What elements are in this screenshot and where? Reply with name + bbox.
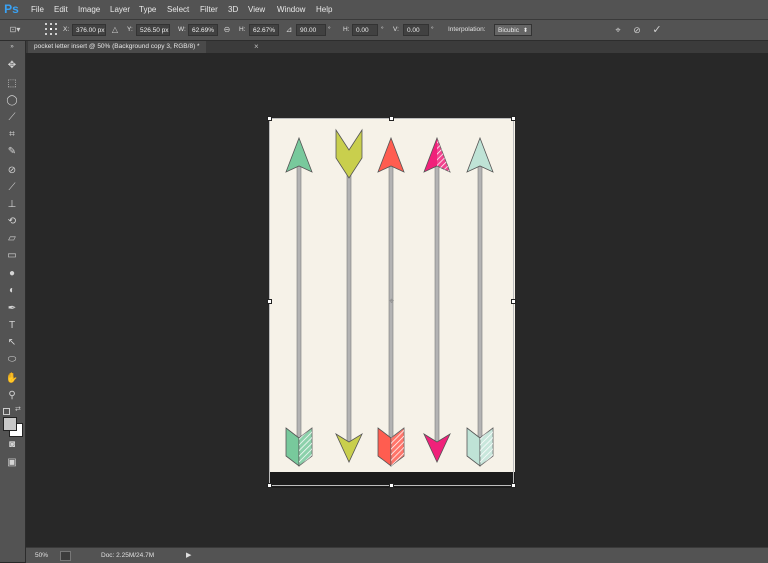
swap-colors-icon[interactable]: ⇄: [15, 405, 21, 413]
lasso-tool-icon[interactable]: ◯: [3, 93, 21, 109]
transform-handle-right[interactable]: [511, 299, 516, 304]
crop-tool-icon[interactable]: ⌗: [3, 127, 21, 143]
height-field[interactable]: 62.67%: [249, 24, 279, 36]
transform-handle-top-left[interactable]: [267, 116, 272, 121]
menu-image[interactable]: Image: [78, 0, 100, 19]
dropdown-arrow-icon: ⬍: [522, 28, 528, 34]
h-skew-degree-unit: °: [381, 26, 384, 33]
interpolation-label: Interpolation:: [448, 26, 486, 33]
y-label: Y:: [127, 26, 133, 33]
h-label: H:: [239, 26, 246, 33]
y-field[interactable]: 526.50 px: [136, 24, 170, 36]
angle-degree-unit: °: [328, 26, 331, 33]
menu-window[interactable]: Window: [277, 0, 305, 19]
screen-mode-icon[interactable]: ▣: [3, 455, 21, 471]
default-colors-icon[interactable]: [3, 408, 10, 415]
transform-handle-bottom-right[interactable]: [511, 483, 516, 488]
path-selection-tool-icon[interactable]: ↖: [3, 335, 21, 351]
menu-bar: Ps File Edit Image Layer Type Select Fil…: [0, 0, 768, 20]
x-field[interactable]: 376.00 px: [72, 24, 106, 36]
h-skew-label: H:: [343, 26, 350, 33]
zoom-level[interactable]: 50%: [35, 548, 48, 563]
eraser-tool-icon[interactable]: ▱: [3, 231, 21, 247]
ellipse-tool-icon[interactable]: ⬭: [3, 352, 21, 368]
x-label: X:: [63, 26, 70, 33]
transform-center-point[interactable]: ⌖: [387, 297, 396, 306]
close-tab-icon[interactable]: ×: [254, 41, 259, 53]
w-label: W:: [178, 26, 186, 33]
pen-tool-icon[interactable]: ✒: [3, 301, 21, 317]
menu-filter[interactable]: Filter: [200, 0, 218, 19]
v-skew-degree-unit: °: [431, 26, 434, 33]
warp-mode-icon[interactable]: ⌖: [611, 23, 625, 37]
menu-select[interactable]: Select: [167, 0, 189, 19]
eyedropper-tool-icon[interactable]: ✎: [3, 144, 21, 160]
quick-mask-icon[interactable]: ◙: [3, 437, 21, 453]
history-brush-tool-icon[interactable]: ⟲: [3, 214, 21, 230]
blur-tool-icon[interactable]: ●: [3, 266, 21, 282]
rotate-icon: ⊿: [285, 25, 293, 34]
brush-tool-icon[interactable]: ⟋: [3, 180, 21, 196]
menu-type[interactable]: Type: [139, 0, 156, 19]
transform-handle-bottom-left[interactable]: [267, 483, 272, 488]
foreground-color-swatch[interactable]: [3, 417, 17, 431]
hand-tool-icon[interactable]: ✋: [3, 371, 21, 387]
canvas-area[interactable]: ⌖: [26, 53, 768, 547]
v-skew-label: V:: [393, 26, 399, 33]
width-field[interactable]: 62.69%: [188, 24, 218, 36]
zoom-tool-icon[interactable]: ⚲: [3, 388, 21, 404]
photoshop-logo: Ps: [4, 2, 19, 16]
menu-edit[interactable]: Edit: [54, 0, 68, 19]
transform-handle-bottom[interactable]: [389, 483, 394, 488]
tools-panel: » ✥ ⬚ ◯ ⟋ ⌗ ✎ ⊘ ⟋ ⊥ ⟲ ▱ ▭ ● ◐ ✒ T ↖ ⬭ ✋ …: [0, 41, 26, 562]
menu-help[interactable]: Help: [316, 0, 332, 19]
type-tool-icon[interactable]: T: [3, 318, 21, 334]
collapse-panel-icon[interactable]: »: [3, 44, 21, 50]
marquee-tool-icon[interactable]: ⬚: [3, 76, 21, 92]
relative-position-icon[interactable]: △: [110, 23, 120, 37]
interpolation-dropdown[interactable]: Bicubic ⬍: [494, 24, 532, 36]
rotate-field[interactable]: 90.00: [296, 24, 326, 36]
menu-file[interactable]: File: [31, 0, 44, 19]
move-tool-icon[interactable]: ✥: [3, 58, 21, 74]
menu-3d[interactable]: 3D: [228, 0, 238, 19]
interpolation-value: Bicubic: [498, 27, 519, 34]
dodge-tool-icon[interactable]: ◐: [3, 283, 21, 299]
transform-handle-top[interactable]: [389, 116, 394, 121]
status-bar: 50% Doc: 2.25M/24.7M ▶: [26, 547, 768, 563]
status-expand-icon[interactable]: ▶: [186, 548, 191, 563]
gradient-tool-icon[interactable]: ▭: [3, 248, 21, 264]
document-tab-bar: pocket letter insert @ 50% (Background c…: [26, 41, 768, 53]
healing-brush-tool-icon[interactable]: ⊘: [3, 163, 21, 179]
transform-handle-left[interactable]: [267, 299, 272, 304]
options-bar: ⊡▾ X: 376.00 px △ Y: 526.50 px W: 62.69%…: [0, 20, 768, 41]
cancel-transform-icon[interactable]: ⊘: [630, 23, 644, 37]
document-tab[interactable]: pocket letter insert @ 50% (Background c…: [28, 41, 206, 53]
menu-view[interactable]: View: [248, 0, 265, 19]
commit-transform-icon[interactable]: ✓: [650, 23, 664, 37]
h-skew-field[interactable]: 0.00: [352, 24, 378, 36]
transform-tool-preset-icon[interactable]: ⊡▾: [4, 23, 26, 37]
quick-selection-tool-icon[interactable]: ⟋: [3, 110, 21, 126]
document-size-info: Doc: 2.25M/24.7M: [101, 552, 155, 559]
reference-point-icon[interactable]: [44, 23, 58, 37]
menu-layer[interactable]: Layer: [110, 0, 130, 19]
transform-handle-top-right[interactable]: [511, 116, 516, 121]
link-icon[interactable]: ⊖: [221, 23, 233, 37]
status-menu-icon[interactable]: [60, 551, 71, 561]
v-skew-field[interactable]: 0.00: [403, 24, 429, 36]
clone-stamp-tool-icon[interactable]: ⊥: [3, 197, 21, 213]
